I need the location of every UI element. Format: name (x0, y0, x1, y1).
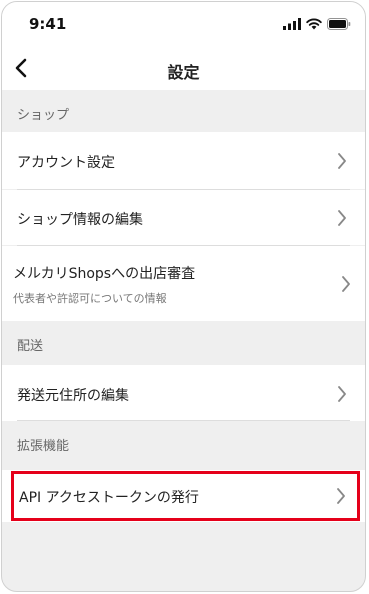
phone-frame: 9:41 設定 ショップ アカウント設定 ショップ情報の編集 メルカリShops… (1, 1, 366, 592)
wifi-icon (306, 18, 322, 30)
shop-info-edit-row[interactable]: ショップ情報の編集 (2, 190, 365, 245)
api-access-token-row[interactable]: API アクセストークンの発行 (2, 470, 365, 522)
chevron-right-icon (342, 276, 350, 292)
section-header-label: 拡張機能 (17, 439, 70, 454)
row-label: API アクセストークンの発行 (19, 490, 199, 506)
row-label: 発送元住所の編集 (17, 388, 129, 404)
row-label: アカウント設定 (17, 155, 115, 171)
battery-icon (327, 18, 351, 30)
row-label: メルカリShopsへの出店審査 (13, 266, 196, 282)
chevron-right-icon (338, 210, 346, 226)
ship-from-address-edit-row[interactable]: 発送元住所の編集 (2, 365, 365, 421)
chevron-right-icon (338, 153, 346, 169)
navigation-bar: 設定 (2, 46, 365, 90)
row-sublabel: 代表者や許認可についての情報 (13, 292, 167, 305)
status-icons (283, 17, 351, 31)
signal-icon (283, 18, 301, 30)
section-header-label: ショップ (17, 108, 70, 123)
section-header-shipping: 配送 (2, 321, 365, 363)
account-settings-row[interactable]: アカウント設定 (2, 132, 365, 189)
shop-application-review-row[interactable]: メルカリShopsへの出店審査 代表者や許認可についての情報 (2, 246, 365, 321)
section-header-label: 配送 (17, 339, 44, 354)
status-bar: 9:41 (2, 2, 365, 46)
page-title: 設定 (167, 63, 200, 82)
section-header-extensions: 拡張機能 (2, 421, 365, 463)
section-header-shop: ショップ (2, 90, 365, 132)
row-label: ショップ情報の編集 (17, 212, 143, 228)
chevron-right-icon (338, 386, 346, 402)
status-time: 9:41 (29, 15, 67, 33)
chevron-right-icon (337, 488, 345, 504)
